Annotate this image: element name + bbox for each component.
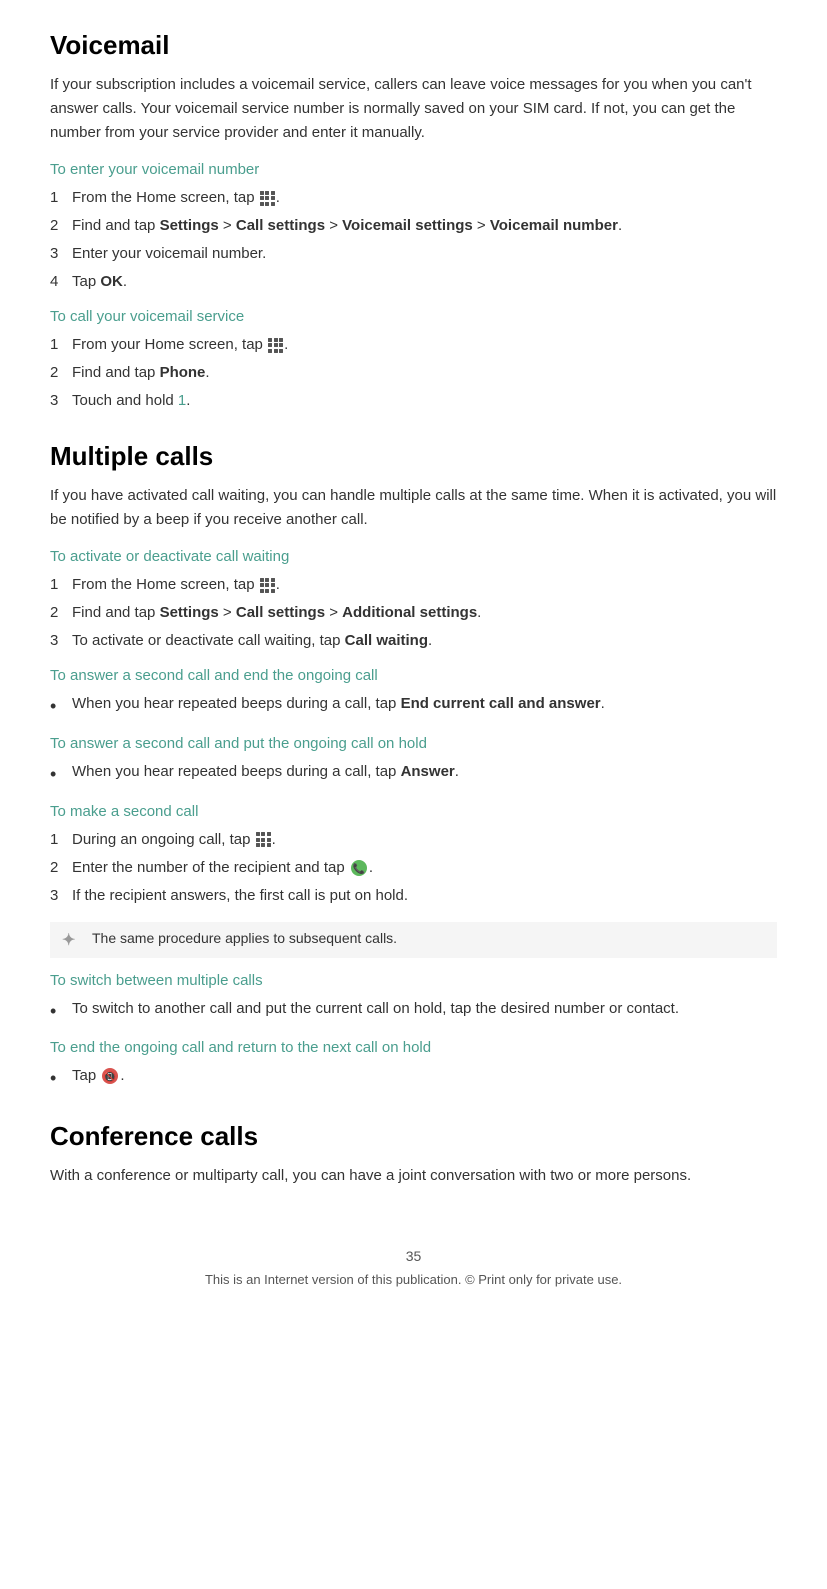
step-2: 2 Find and tap Settings > Call settings … — [50, 601, 777, 625]
enter-voicemail-steps: 1 From the Home screen, tap . 2 Find and… — [50, 186, 777, 294]
multiple-calls-title: Multiple calls — [50, 441, 777, 472]
step-2: 2 Enter the number of the recipient and … — [50, 856, 777, 880]
multiple-calls-section: Multiple calls If you have activated cal… — [50, 441, 777, 1093]
conference-calls-title: Conference calls — [50, 1121, 777, 1152]
switch-calls-bullets: • To switch to another call and put the … — [50, 997, 777, 1026]
subsection-call-waiting: To activate or deactivate call waiting — [50, 548, 777, 565]
step-4: 4 Tap OK. — [50, 270, 777, 294]
subsection-switch-calls: To switch between multiple calls — [50, 972, 777, 989]
grid-icon — [256, 832, 271, 847]
step-3: 3 To activate or deactivate call waiting… — [50, 629, 777, 653]
tip-text: The same procedure applies to subsequent… — [92, 930, 397, 946]
grid-icon — [260, 578, 275, 593]
list-item: • To switch to another call and put the … — [50, 997, 777, 1026]
step-1: 1 From the Home screen, tap . — [50, 186, 777, 210]
svg-text:📞: 📞 — [353, 862, 366, 875]
conference-calls-intro: With a conference or multiparty call, yo… — [50, 1164, 777, 1188]
page-number: 35 — [50, 1248, 777, 1264]
step-2: 2 Find and tap Phone. — [50, 361, 777, 385]
conference-calls-section: Conference calls With a conference or mu… — [50, 1121, 777, 1188]
tip-box: ✦ The same procedure applies to subseque… — [50, 922, 777, 958]
step-3: 3 Enter your voicemail number. — [50, 242, 777, 266]
list-item: • When you hear repeated beeps during a … — [50, 760, 777, 789]
list-item: • When you hear repeated beeps during a … — [50, 692, 777, 721]
subsection-answer-end: To answer a second call and end the ongo… — [50, 667, 777, 684]
voicemail-title: Voicemail — [50, 30, 777, 61]
call-waiting-steps: 1 From the Home screen, tap . 2 Find and… — [50, 573, 777, 653]
subsection-enter-voicemail: To enter your voicemail number — [50, 161, 777, 178]
footnote: This is an Internet version of this publ… — [50, 1272, 777, 1287]
answer-hold-bullets: • When you hear repeated beeps during a … — [50, 760, 777, 789]
call-voicemail-steps: 1 From your Home screen, tap . 2 Find an… — [50, 333, 777, 413]
grid-icon — [268, 338, 283, 353]
subsection-make-second-call: To make a second call — [50, 803, 777, 820]
make-second-call-steps: 1 During an ongoing call, tap . 2 Enter … — [50, 828, 777, 908]
subsection-call-voicemail: To call your voicemail service — [50, 308, 777, 325]
grid-icon — [260, 191, 275, 206]
subsection-end-return: To end the ongoing call and return to th… — [50, 1039, 777, 1056]
step-1: 1 During an ongoing call, tap . — [50, 828, 777, 852]
page-footer: 35 This is an Internet version of this p… — [50, 1248, 777, 1287]
step-2: 2 Find and tap Settings > Call settings … — [50, 214, 777, 238]
multiple-calls-intro: If you have activated call waiting, you … — [50, 484, 777, 532]
answer-end-bullets: • When you hear repeated beeps during a … — [50, 692, 777, 721]
step-3: 3 Touch and hold 1. — [50, 389, 777, 413]
step-3: 3 If the recipient answers, the first ca… — [50, 884, 777, 908]
call-green-icon: 📞 — [351, 860, 367, 876]
voicemail-intro: If your subscription includes a voicemai… — [50, 73, 777, 145]
step-1: 1 From the Home screen, tap . — [50, 573, 777, 597]
end-call-icon: 📵 — [102, 1068, 118, 1084]
svg-text:📵: 📵 — [104, 1070, 116, 1083]
step-1: 1 From your Home screen, tap . — [50, 333, 777, 357]
tip-icon: ✦ — [62, 930, 82, 950]
subsection-answer-hold: To answer a second call and put the ongo… — [50, 735, 777, 752]
list-item: • Tap 📵. — [50, 1064, 777, 1093]
end-return-bullets: • Tap 📵. — [50, 1064, 777, 1093]
